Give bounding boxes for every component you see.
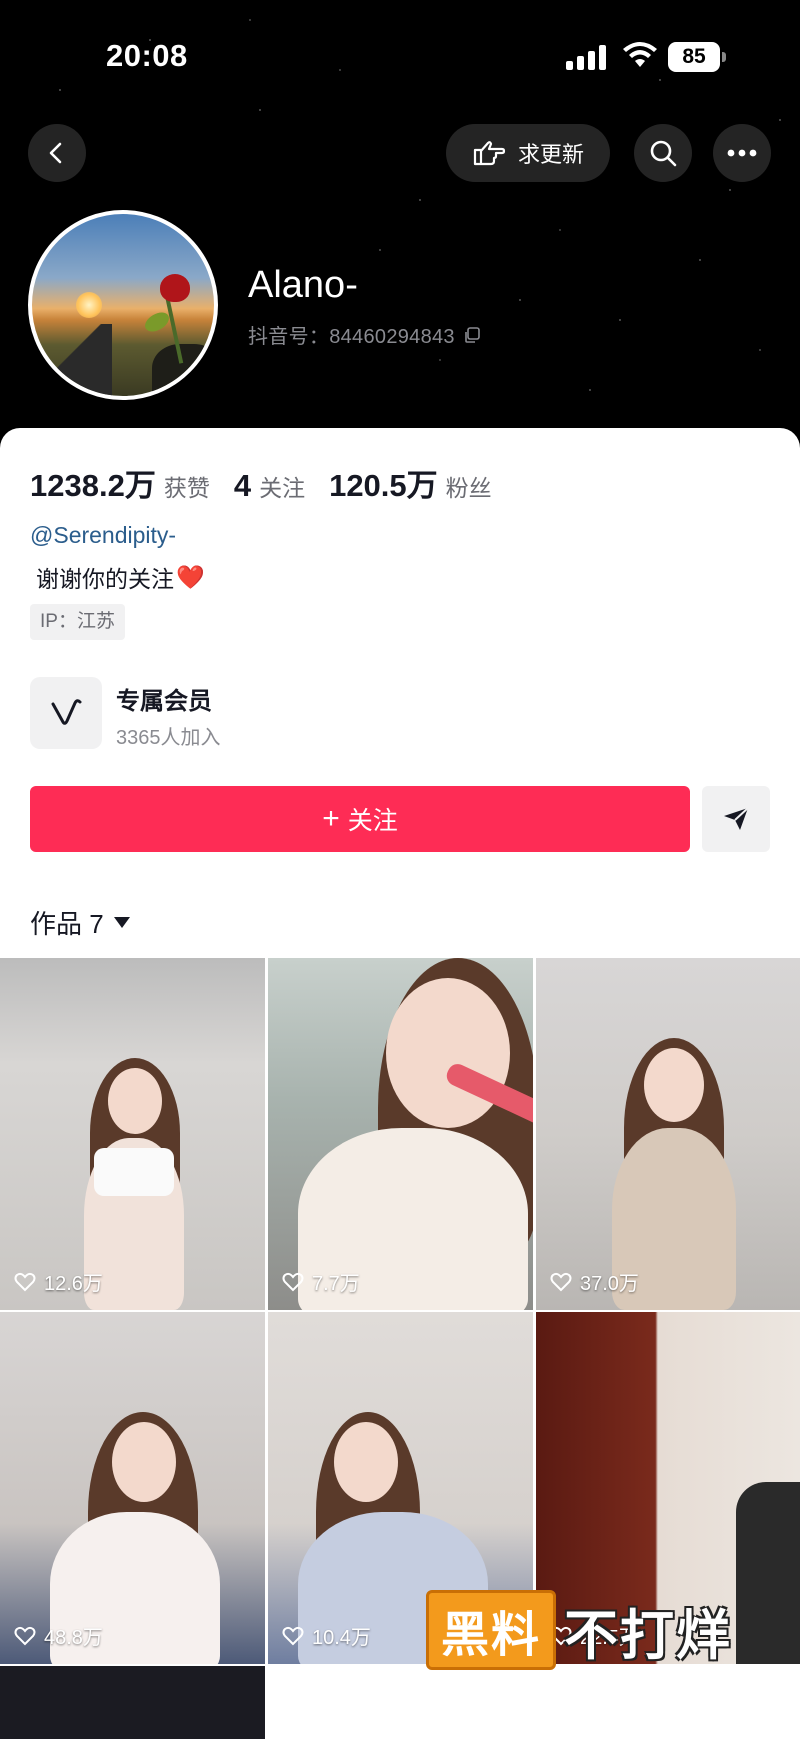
pointing-hand-icon	[473, 141, 506, 166]
heart-emoji: ❤️	[176, 563, 205, 590]
heart-icon	[14, 1272, 36, 1291]
stat-following[interactable]: 4 关注	[234, 468, 305, 504]
stat-followers-value: 120.5万	[329, 468, 438, 503]
chevron-left-icon	[49, 142, 62, 164]
search-icon	[650, 140, 677, 167]
membership-title: 专属会员	[116, 688, 212, 715]
video-tile[interactable]: 48.8万	[0, 1312, 265, 1664]
bio-text: 谢谢你的关注 ❤️	[36, 560, 205, 594]
follow-label: 关注	[347, 807, 398, 835]
profile-name: Alano-	[248, 264, 358, 306]
video-tile[interactable]	[0, 1666, 265, 1739]
bio-text-content: 谢谢你的关注	[36, 566, 174, 592]
heart-icon	[282, 1272, 304, 1291]
membership-v-icon	[30, 677, 102, 749]
search-button[interactable]	[634, 124, 692, 182]
works-tab[interactable]: 作品 7	[30, 904, 130, 941]
more-icon	[727, 149, 757, 157]
douyin-id-text: 抖音号：84460294843	[248, 326, 455, 348]
stat-likes-value: 1238.2万	[30, 468, 156, 503]
heart-icon	[282, 1626, 304, 1645]
request-update-button[interactable]: 求更新	[446, 124, 610, 182]
watermark-text: 不打烊	[564, 1605, 733, 1666]
stat-followers[interactable]: 120.5万 粉丝	[329, 460, 492, 505]
like-count-value: 37.0万	[580, 1273, 639, 1295]
like-count: 10.4万	[282, 1621, 371, 1650]
works-tab-label: 作品 7	[30, 909, 104, 939]
request-update-label: 求更新	[517, 142, 584, 167]
like-count: 12.6万	[14, 1267, 103, 1296]
heart-icon	[550, 1272, 572, 1291]
ip-location-tag: IP：江苏	[30, 604, 125, 640]
more-button[interactable]	[713, 124, 771, 182]
douyin-id[interactable]: 抖音号：84460294843	[248, 320, 481, 349]
video-tile[interactable]: 12.6万	[0, 958, 265, 1310]
back-button[interactable]	[28, 124, 86, 182]
stat-likes-label: 获赞	[163, 475, 210, 501]
caret-down-icon	[113, 917, 130, 928]
send-message-button[interactable]	[702, 786, 770, 852]
follow-button[interactable]: + 关注	[30, 786, 690, 852]
send-icon	[724, 807, 749, 830]
watermark-box-text: 黑料	[426, 1590, 557, 1670]
battery-icon: 85	[668, 42, 726, 72]
cellular-signal-icon	[566, 44, 608, 70]
plus-icon: +	[322, 802, 340, 835]
like-count: 48.8万	[14, 1621, 103, 1650]
like-count-value: 10.4万	[312, 1627, 371, 1649]
stat-likes[interactable]: 1238.2万 获赞	[30, 460, 210, 505]
watermark: 黑料 不打烊	[426, 1590, 732, 1670]
video-tile[interactable]: 7.7万	[268, 958, 533, 1310]
bio-mention-link[interactable]: @Serendipity-	[30, 522, 176, 549]
stat-followers-label: 粉丝	[445, 475, 492, 501]
heart-icon	[14, 1626, 36, 1645]
exclusive-membership[interactable]: 专属会员 3365人加入	[30, 677, 430, 749]
like-count: 37.0万	[550, 1267, 639, 1296]
video-tile[interactable]: 37.0万	[536, 958, 800, 1310]
profile-header-background: 20:08 85 求更新 Alano- 抖音号：84460294843	[0, 0, 800, 460]
membership-count: 3365人加入	[116, 727, 221, 749]
wifi-icon	[623, 42, 657, 67]
profile-stats: 1238.2万 获赞 4 关注 120.5万 粉丝	[30, 460, 492, 505]
stat-following-value: 4	[233, 468, 252, 503]
stat-following-label: 关注	[259, 475, 306, 501]
like-count-value: 12.6万	[44, 1273, 103, 1295]
copy-icon[interactable]	[463, 326, 481, 344]
like-count: 7.7万	[282, 1267, 360, 1296]
like-count-value: 48.8万	[44, 1627, 103, 1649]
battery-level: 85	[668, 42, 720, 72]
avatar[interactable]	[28, 210, 218, 400]
status-time: 20:08	[106, 38, 188, 73]
like-count-value: 7.7万	[312, 1273, 360, 1295]
